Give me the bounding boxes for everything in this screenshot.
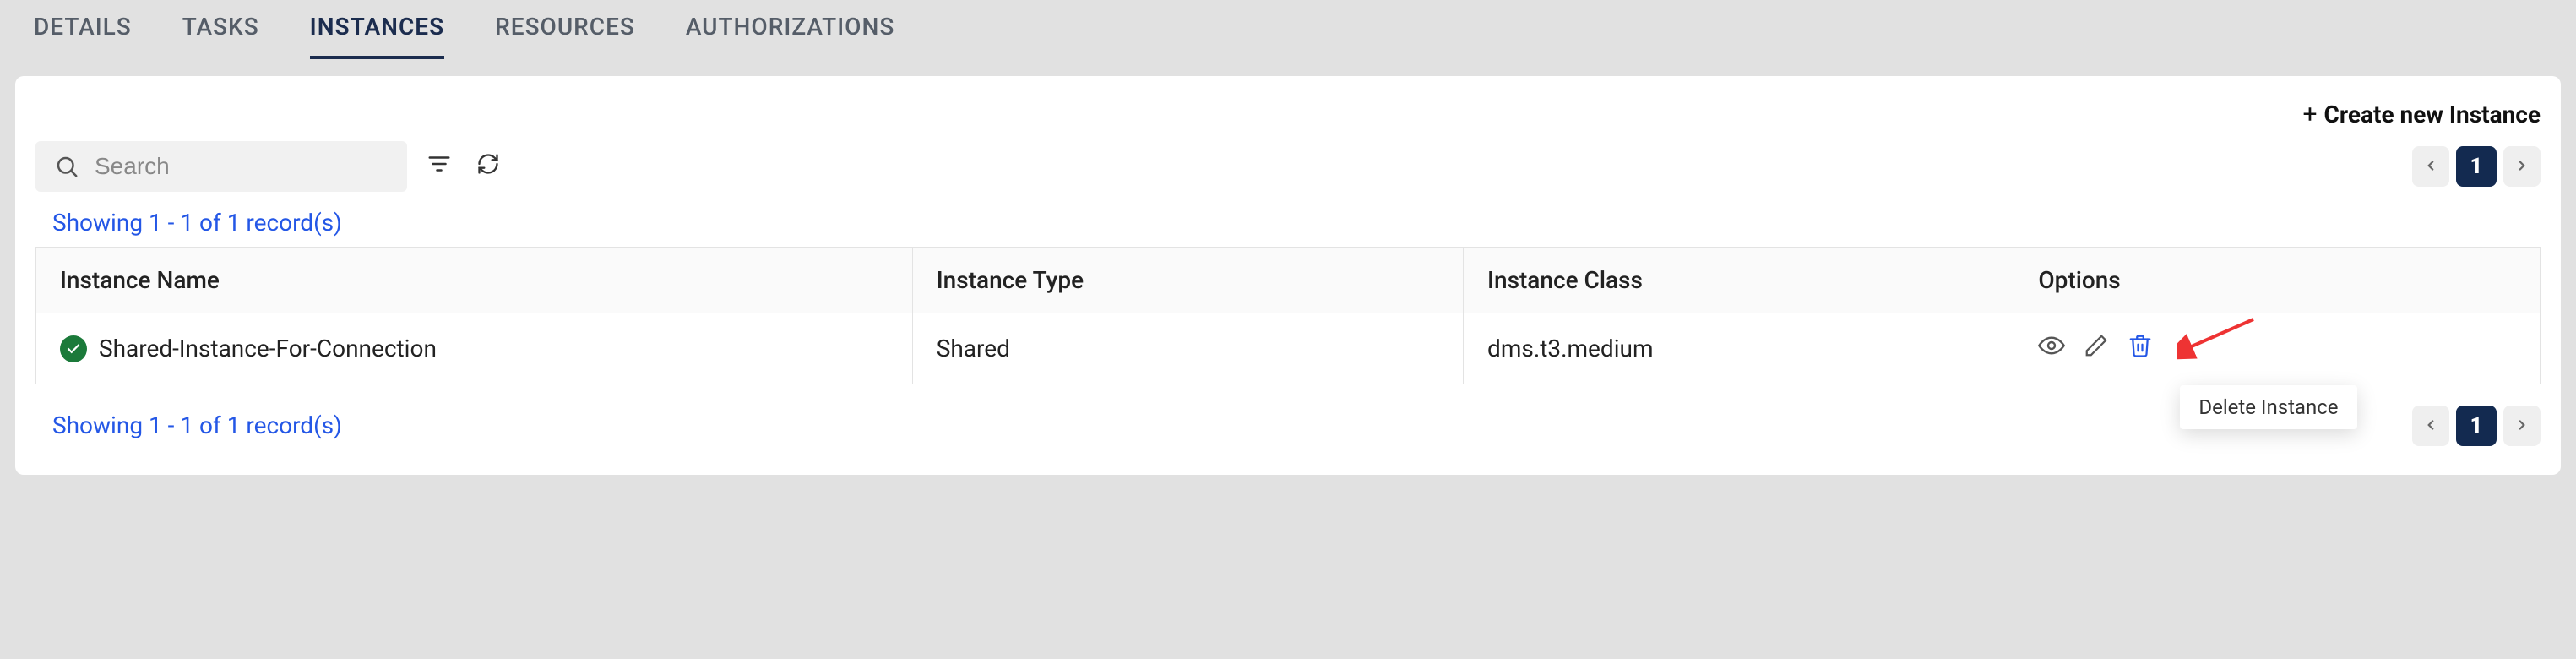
- search-icon: [54, 154, 79, 179]
- instances-panel: + Create new Instance: [15, 76, 2561, 475]
- option-icons: Delete Instance: [2038, 332, 2516, 365]
- tab-authorizations[interactable]: AUTHORIZATIONS: [686, 1, 894, 59]
- cell-instance-class: dms.t3.medium: [1464, 313, 2014, 384]
- create-row: + Create new Instance: [35, 100, 2541, 129]
- col-instance-type: Instance Type: [912, 248, 1463, 313]
- tab-tasks[interactable]: TASKS: [182, 1, 259, 59]
- pager-page-1-bottom[interactable]: 1: [2456, 406, 2497, 446]
- pager-page-1-top[interactable]: 1: [2456, 146, 2497, 187]
- search-input[interactable]: [95, 153, 399, 180]
- status-ok-icon: [60, 335, 87, 362]
- footer-row: Showing 1 - 1 of 1 record(s) 1: [35, 401, 2541, 449]
- delete-button[interactable]: Delete Instance: [2128, 333, 2153, 364]
- instances-table: Instance Name Instance Type Instance Cla…: [35, 247, 2541, 384]
- cell-options: Delete Instance: [2014, 313, 2541, 384]
- instance-name-text: Shared-Instance-For-Connection: [99, 335, 437, 362]
- view-button[interactable]: [2038, 332, 2065, 365]
- pencil-icon: [2084, 333, 2109, 364]
- records-text-top: Showing 1 - 1 of 1 record(s): [52, 209, 2541, 237]
- tab-instances[interactable]: INSTANCES: [310, 1, 444, 59]
- cell-instance-name: Shared-Instance-For-Connection: [36, 313, 913, 384]
- pager-prev-top[interactable]: [2412, 146, 2449, 187]
- controls-left: [35, 141, 505, 192]
- eye-icon: [2038, 332, 2065, 365]
- col-instance-class: Instance Class: [1464, 248, 2014, 313]
- edit-button[interactable]: [2084, 333, 2109, 364]
- col-instance-name: Instance Name: [36, 248, 913, 313]
- tab-details[interactable]: DETAILS: [34, 1, 132, 59]
- pager-next-bottom[interactable]: [2503, 406, 2541, 446]
- tab-resources[interactable]: RESOURCES: [495, 1, 635, 59]
- trash-icon: [2128, 333, 2153, 364]
- plus-icon: +: [2303, 100, 2318, 129]
- pager-top: 1: [2412, 146, 2541, 187]
- tabs-bar: DETAILS TASKS INSTANCES RESOURCES AUTHOR…: [0, 0, 2576, 59]
- cell-instance-type: Shared: [912, 313, 1463, 384]
- search-box[interactable]: [35, 141, 407, 192]
- controls-row: 1: [35, 141, 2541, 192]
- refresh-button[interactable]: [471, 150, 505, 183]
- refresh-icon: [476, 152, 500, 182]
- pager-prev-bottom[interactable]: [2412, 406, 2449, 446]
- pager-bottom: 1: [2412, 406, 2541, 446]
- table-row: Shared-Instance-For-Connection Shared dm…: [36, 313, 2541, 384]
- chevron-right-icon: [2514, 155, 2530, 178]
- create-new-instance-button[interactable]: + Create new Instance: [2303, 100, 2541, 129]
- delete-tooltip: Delete Instance: [2180, 385, 2356, 429]
- chevron-left-icon: [2423, 414, 2438, 438]
- filter-button[interactable]: [422, 150, 456, 183]
- table-header-row: Instance Name Instance Type Instance Cla…: [36, 248, 2541, 313]
- chevron-right-icon: [2514, 414, 2530, 438]
- records-text-bottom: Showing 1 - 1 of 1 record(s): [52, 411, 342, 439]
- filter-icon: [427, 151, 452, 182]
- chevron-left-icon: [2423, 155, 2438, 178]
- pager-next-top[interactable]: [2503, 146, 2541, 187]
- col-options: Options: [2014, 248, 2541, 313]
- annotation-arrow: [2177, 315, 2262, 372]
- create-new-instance-label: Create new Instance: [2324, 101, 2541, 128]
